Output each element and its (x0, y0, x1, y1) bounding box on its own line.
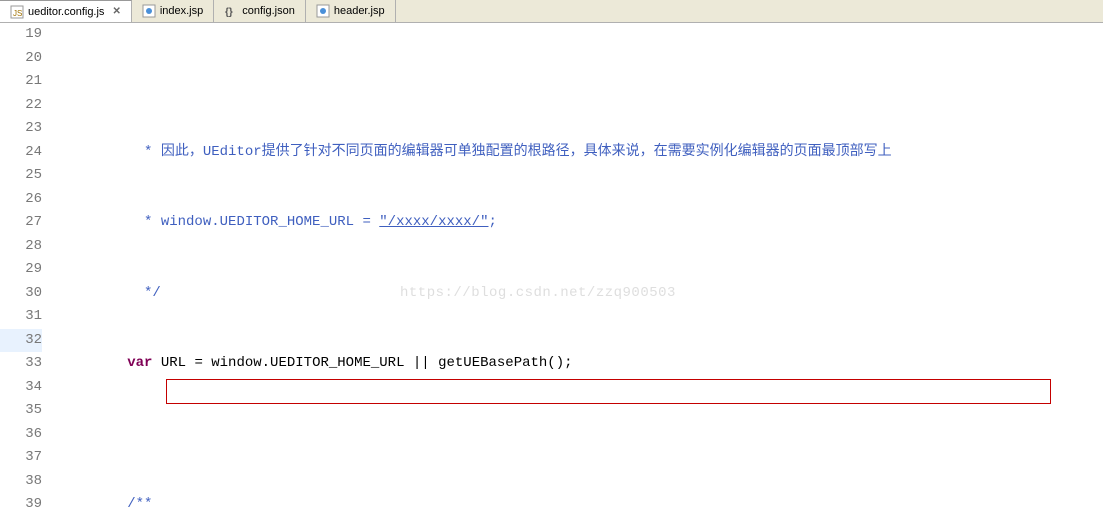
svg-text:{}: {} (225, 7, 233, 18)
svg-text:JS: JS (13, 9, 22, 18)
tab-ueditor-config[interactable]: JS ueditor.config.js ✕ (0, 0, 132, 22)
tab-index-jsp[interactable]: index.jsp (132, 0, 214, 22)
tab-config-json[interactable]: {} config.json (214, 0, 306, 22)
js-file-icon: JS (10, 5, 24, 19)
tab-label: header.jsp (334, 5, 385, 17)
code-area[interactable]: ➪ https://blog.csdn.net/zzq900503 * 因此，U… (60, 23, 1103, 522)
close-icon[interactable]: ✕ (112, 6, 120, 17)
highlight-box (166, 379, 1051, 404)
jsp-file-icon (142, 4, 156, 18)
tab-label: index.jsp (160, 5, 203, 17)
editor-tabs: JS ueditor.config.js ✕ index.jsp {} conf… (0, 0, 1103, 23)
tab-header-jsp[interactable]: header.jsp (306, 0, 396, 22)
json-file-icon: {} (224, 4, 238, 18)
tab-label: config.json (242, 5, 295, 17)
code-line: var URL = window.UEDITOR_HOME_URL || get… (60, 352, 1103, 376)
code-line: */ (60, 282, 1103, 306)
tab-label: ueditor.config.js (28, 6, 104, 18)
code-editor[interactable]: 19 20 21 22 23 24 25 26 27 28 29 30 31 3… (0, 23, 1103, 522)
code-line (60, 423, 1103, 447)
code-line: /** (60, 493, 1103, 517)
code-line: * window.UEDITOR_HOME_URL = "/xxxx/xxxx/… (60, 211, 1103, 235)
line-number-gutter: 19 20 21 22 23 24 25 26 27 28 29 30 31 3… (0, 23, 60, 522)
code-line: * 因此，UEditor提供了针对不同页面的编辑器可单独配置的根路径，具体来说，… (60, 141, 1103, 165)
jsp-file-icon (316, 4, 330, 18)
